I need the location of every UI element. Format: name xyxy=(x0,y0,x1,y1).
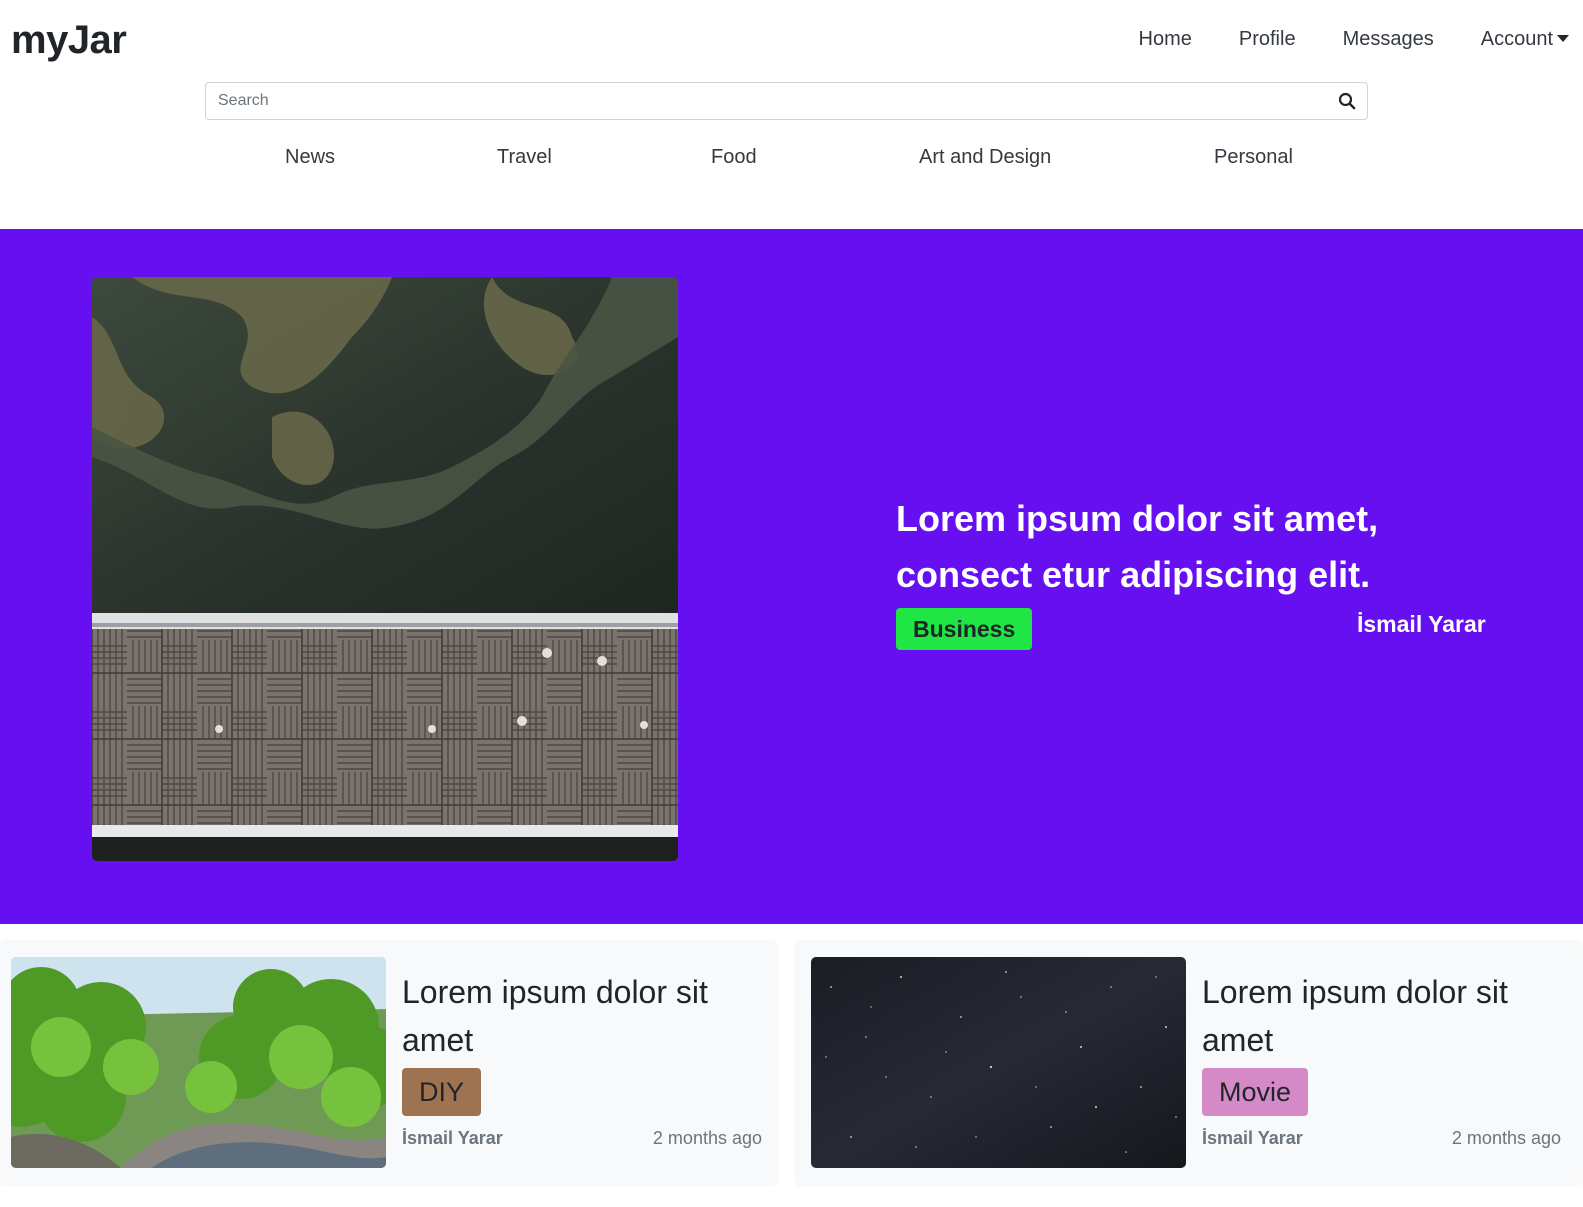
card-author[interactable]: İsmail Yarar xyxy=(1202,1128,1303,1149)
category-news[interactable]: News xyxy=(285,146,335,169)
card-image-forest[interactable] xyxy=(11,957,386,1168)
top-nav: Home Profile Messages Account xyxy=(1092,28,1569,51)
card-image-starry-sky[interactable] xyxy=(811,957,1186,1168)
search-bar xyxy=(205,82,1368,120)
post-card[interactable]: Lorem ipsum dolor sit amet DIY İsmail Ya… xyxy=(0,940,778,1185)
nav-account-dropdown[interactable]: Account xyxy=(1481,28,1569,51)
category-food[interactable]: Food xyxy=(711,146,757,169)
post-card[interactable]: Lorem ipsum dolor sit amet Movie İsmail … xyxy=(795,940,1583,1185)
search-icon xyxy=(1338,92,1356,110)
card-timestamp: 2 months ago xyxy=(1451,1128,1561,1148)
card-title[interactable]: Lorem ipsum dolor sit amet xyxy=(1202,968,1562,1064)
hero-image[interactable] xyxy=(92,277,678,861)
hero-category-badge[interactable]: Business xyxy=(896,608,1033,650)
nav-account-label: Account xyxy=(1480,28,1553,50)
search-input[interactable] xyxy=(206,83,1327,119)
card-author[interactable]: İsmail Yarar xyxy=(402,1128,503,1149)
category-art-and-design[interactable]: Art and Design xyxy=(919,146,1051,169)
card-title[interactable]: Lorem ipsum dolor sit amet xyxy=(402,968,762,1064)
category-travel[interactable]: Travel xyxy=(497,146,552,169)
search-button[interactable] xyxy=(1327,83,1367,119)
card-category-badge[interactable]: DIY xyxy=(402,1068,482,1116)
nav-messages[interactable]: Messages xyxy=(1343,28,1434,51)
hero-section: Lorem ipsum dolor sit amet, consect etur… xyxy=(0,229,1583,924)
caret-down-icon xyxy=(1557,34,1569,42)
category-nav: News Travel Food Art and Design Personal xyxy=(0,146,1583,176)
card-timestamp: 2 months ago xyxy=(652,1128,762,1148)
nav-home[interactable]: Home xyxy=(1139,28,1192,51)
nav-profile[interactable]: Profile xyxy=(1239,28,1296,51)
hero-title[interactable]: Lorem ipsum dolor sit amet, consect etur… xyxy=(896,491,1516,603)
category-personal[interactable]: Personal xyxy=(1214,146,1293,169)
forest-photo xyxy=(11,957,386,1168)
hero-author[interactable]: İsmail Yarar xyxy=(1357,611,1486,638)
card-category-badge[interactable]: Movie xyxy=(1202,1068,1309,1116)
brand-logo[interactable]: myJar xyxy=(11,18,127,63)
starry-sky-photo xyxy=(811,957,1186,1168)
boardwalk-photo xyxy=(92,277,678,861)
